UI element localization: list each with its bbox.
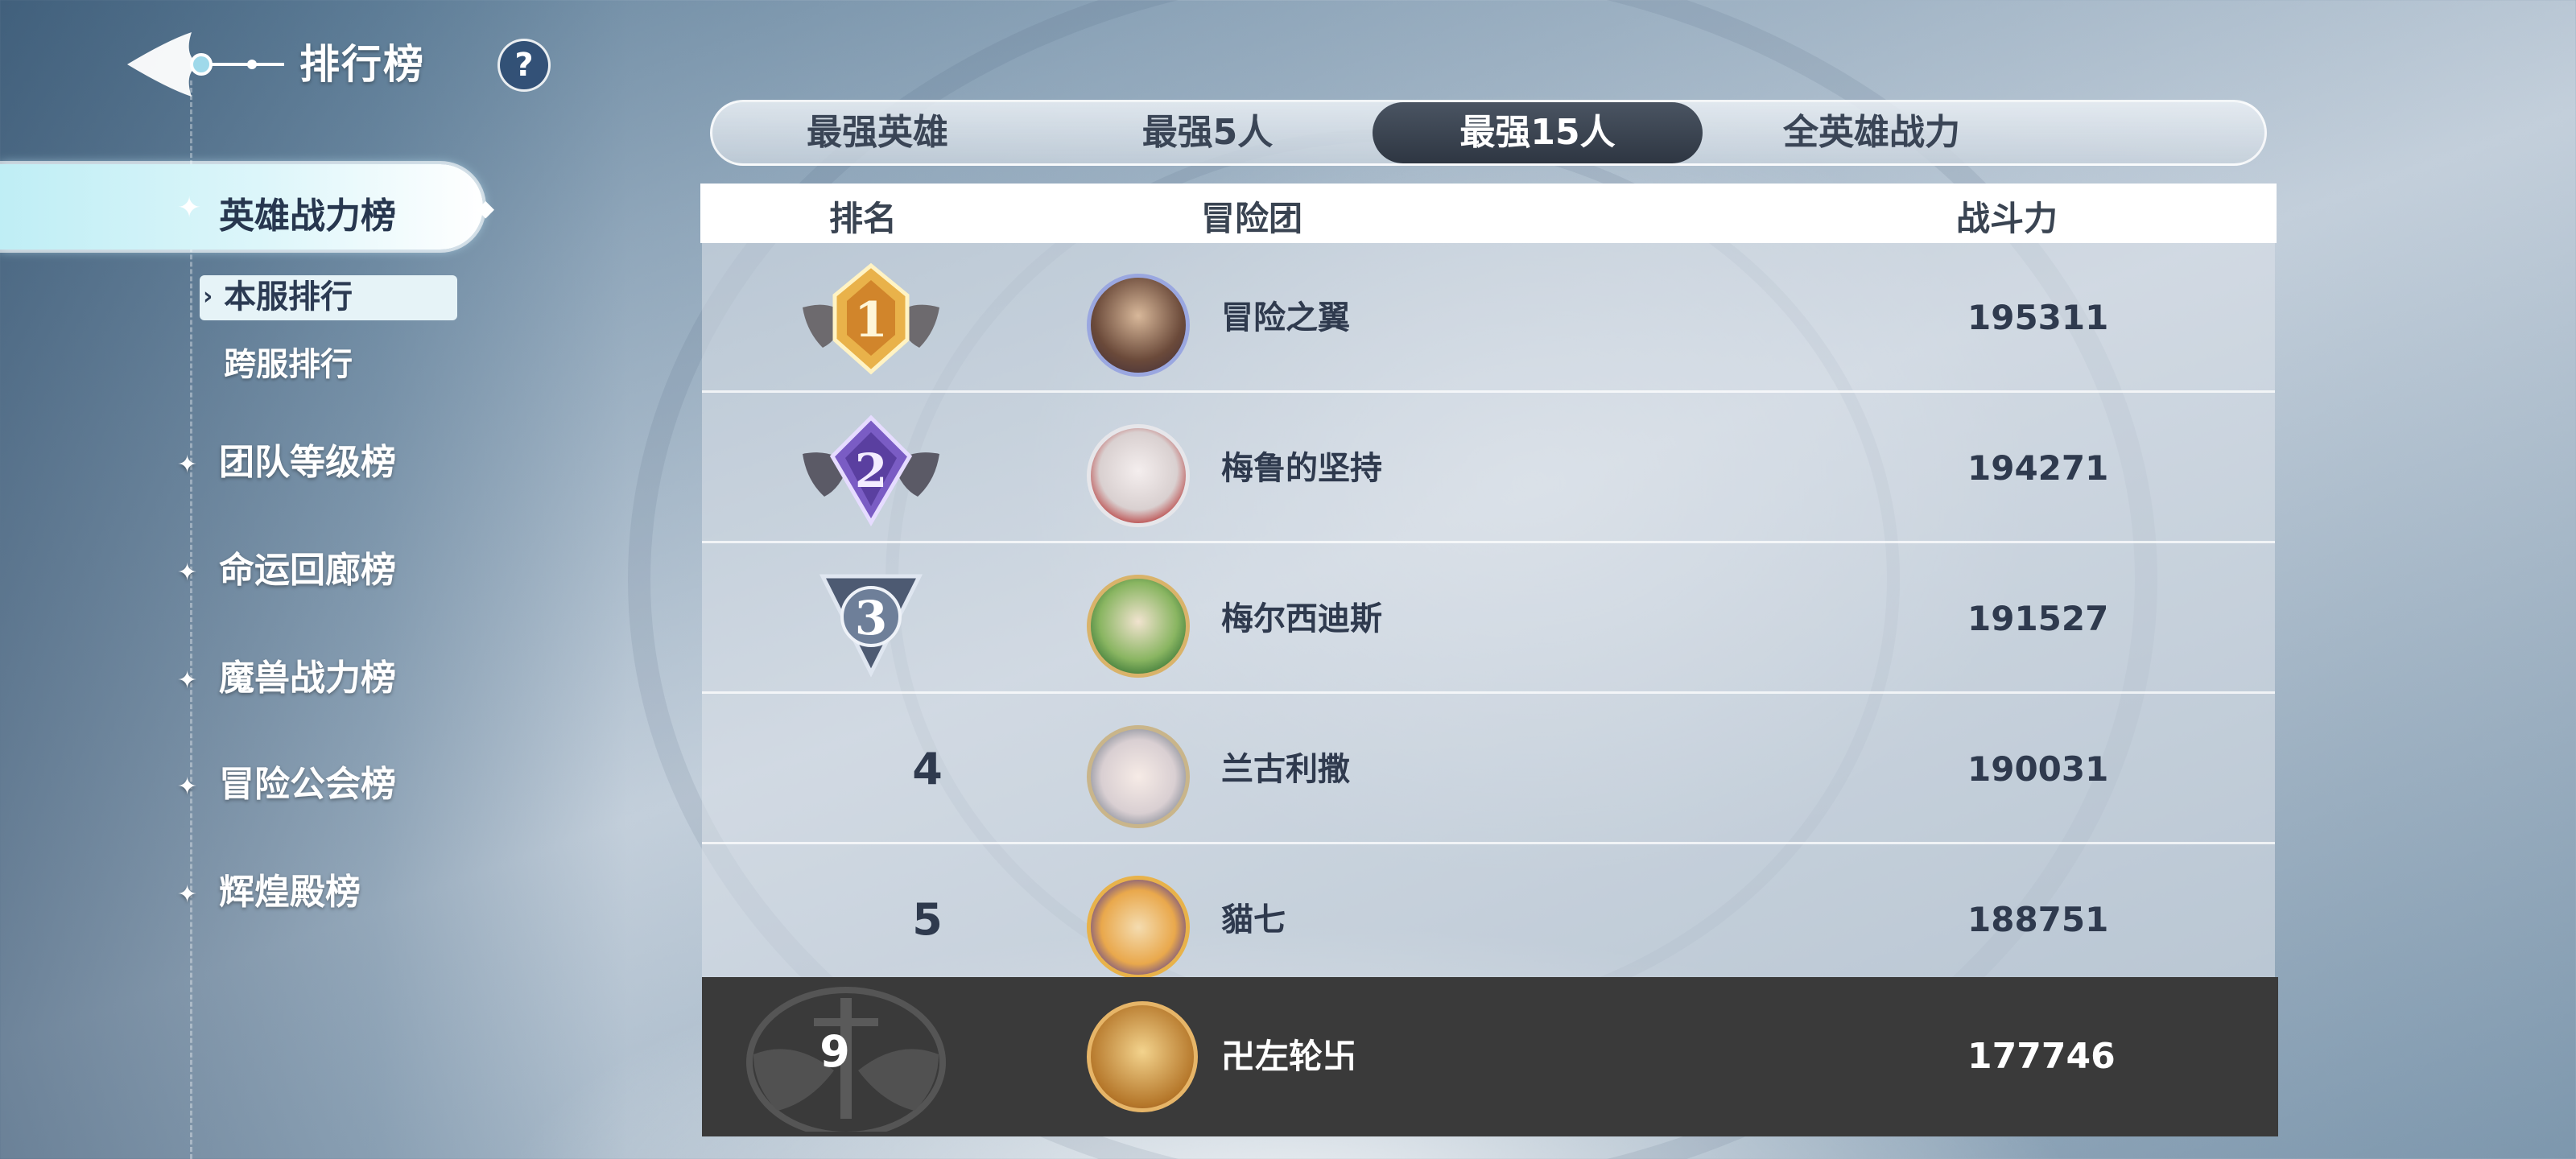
star-icon: ✦ bbox=[177, 558, 198, 587]
column-header-rank: 排名 bbox=[829, 199, 898, 238]
winged-logo-icon bbox=[127, 32, 284, 97]
ranking-tabs: 最强英雄 最强5人 最强15人 全英雄战力 bbox=[710, 100, 2267, 166]
team-name: 貓七 bbox=[1221, 901, 1286, 938]
table-row[interactable]: 4 兰古利撒 190031 bbox=[702, 695, 2275, 844]
chevron-right-icon: › bbox=[203, 283, 213, 311]
page-title: 排行榜 bbox=[299, 41, 425, 88]
sidebar-item-label: 魔兽战力榜 bbox=[219, 658, 396, 699]
question-icon: ? bbox=[514, 47, 534, 84]
help-button[interactable]: ? bbox=[497, 39, 551, 92]
my-rank-number: 9 bbox=[819, 1026, 850, 1077]
power-value: 194271 bbox=[1967, 448, 2109, 488]
avatar bbox=[1087, 876, 1190, 979]
column-header-team: 冒险团 bbox=[1201, 199, 1303, 238]
tab-strongest-hero[interactable]: 最强英雄 bbox=[712, 102, 1042, 163]
sidebar-item-glory-hall[interactable]: ✦ 辉煌殿榜 bbox=[177, 863, 361, 913]
rank-number: 5 bbox=[912, 894, 943, 945]
subtab-label: 本服排行 bbox=[224, 278, 353, 316]
ranking-list[interactable]: 1 冒险之翼 195311 2 梅鲁的坚持 194271 3 梅尔西迪斯 191… bbox=[702, 243, 2275, 982]
avatar bbox=[1087, 725, 1190, 828]
team-name: 梅尔西迪斯 bbox=[1221, 600, 1382, 637]
sidebar-item-label: 命运回廊榜 bbox=[219, 550, 396, 591]
sidebar-item-label: 冒险公会榜 bbox=[219, 764, 396, 805]
subtab-cross-server[interactable]: 跨服排行 bbox=[200, 343, 353, 388]
team-name: 梅鲁的坚持 bbox=[1221, 450, 1382, 487]
subtab-label: 跨服排行 bbox=[224, 346, 353, 383]
star-icon: ✦ bbox=[177, 880, 198, 909]
sidebar: 排行榜 ? ✦ 英雄战力榜 ◆ › 本服排行 跨服排行 ✦ 团队等级榜 ✦ 命运回廊… bbox=[0, 0, 628, 1159]
sidebar-item-label: 团队等级榜 bbox=[219, 442, 396, 483]
table-row[interactable]: 1 冒险之翼 195311 bbox=[702, 243, 2275, 393]
team-name: 冒险之翼 bbox=[1221, 299, 1350, 336]
gold-medal-icon: 1 bbox=[803, 262, 939, 375]
star-icon: ✦ bbox=[177, 772, 198, 801]
avatar bbox=[1087, 575, 1190, 678]
tab-strongest-15[interactable]: 最强15人 bbox=[1373, 102, 1703, 163]
avatar bbox=[1087, 424, 1190, 527]
table-row[interactable]: 3 梅尔西迪斯 191527 bbox=[702, 544, 2275, 694]
medal-rank-text: 2 bbox=[855, 443, 887, 498]
medal-rank-text: 3 bbox=[855, 591, 887, 645]
team-name: 兰古利撒 bbox=[1221, 751, 1350, 788]
silver-medal-icon: 3 bbox=[819, 574, 923, 678]
power-value: 190031 bbox=[1967, 749, 2109, 789]
pointer-icon: ◆ bbox=[477, 195, 494, 221]
power-value: 191527 bbox=[1967, 599, 2109, 638]
sidebar-item-hero-power[interactable]: ✦ 英雄战力榜 ◆ bbox=[0, 164, 494, 250]
power-value: 188751 bbox=[1967, 900, 2109, 939]
avatar bbox=[1087, 1001, 1198, 1112]
column-header-power: 战斗力 bbox=[1956, 199, 2058, 238]
table-row[interactable]: 2 梅鲁的坚持 194271 bbox=[702, 394, 2275, 543]
subtab-local-server[interactable]: › 本服排行 bbox=[200, 275, 457, 320]
rank-number: 4 bbox=[912, 744, 943, 794]
sidebar-item-beast-power[interactable]: ✦ 魔兽战力榜 bbox=[177, 649, 396, 699]
avatar bbox=[1087, 274, 1190, 377]
purple-medal-icon: 2 bbox=[803, 415, 939, 526]
sidebar-item-adventure-guild[interactable]: ✦ 冒险公会榜 bbox=[177, 755, 396, 805]
table-header: 排名 冒险团 战斗力 bbox=[700, 184, 2277, 243]
tab-strongest-5[interactable]: 最强5人 bbox=[1042, 102, 1373, 163]
tab-all-hero-power[interactable]: 全英雄战力 bbox=[1703, 102, 2041, 163]
my-power-value: 177746 bbox=[1967, 1036, 2116, 1077]
medal-rank-text: 1 bbox=[854, 292, 888, 349]
sidebar-item-label: 英雄战力榜 bbox=[219, 196, 396, 237]
sidebar-item-team-level[interactable]: ✦ 团队等级榜 bbox=[177, 433, 396, 483]
sidebar-item-fate-corridor[interactable]: ✦ 命运回廊榜 bbox=[177, 541, 396, 591]
star-icon: ✦ bbox=[177, 666, 198, 695]
power-value: 195311 bbox=[1967, 298, 2109, 337]
table-row[interactable]: 5 貓七 188751 bbox=[702, 845, 2275, 982]
my-team-name: 卍左轮卐 bbox=[1221, 1037, 1357, 1076]
star-icon: ✦ bbox=[177, 192, 202, 225]
sidebar-item-label: 辉煌殿榜 bbox=[219, 872, 361, 913]
star-icon: ✦ bbox=[177, 450, 198, 479]
my-rank-row[interactable]: 9 卍左轮卐 177746 bbox=[702, 977, 2278, 1136]
